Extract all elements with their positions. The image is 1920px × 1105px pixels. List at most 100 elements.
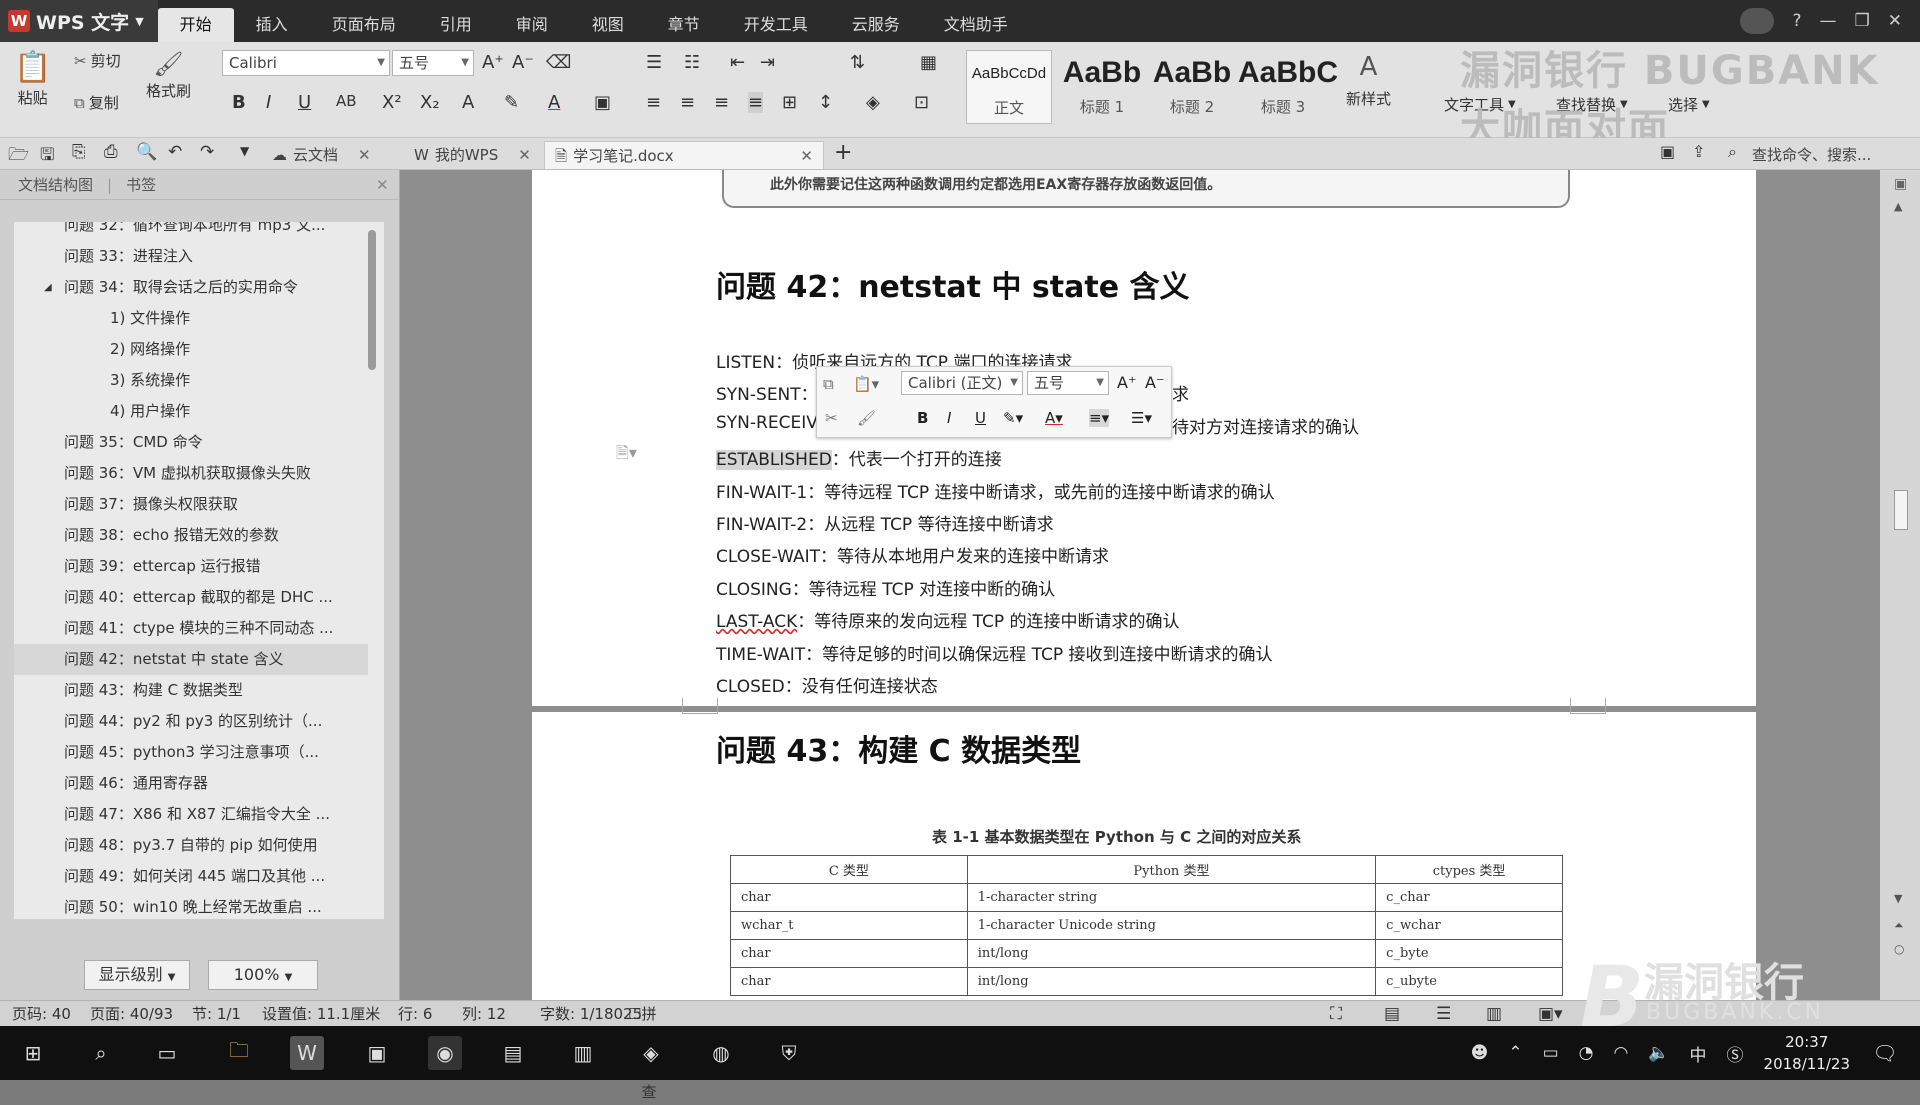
outline-item[interactable]: 问题 36：VM 虚拟机获取摄像头失败 — [14, 458, 368, 489]
align-left-icon[interactable]: ≡ — [646, 92, 661, 113]
underline-icon[interactable]: U — [975, 409, 986, 427]
scroll-down-icon[interactable]: ▼ — [1894, 892, 1902, 905]
bold-icon[interactable]: B — [917, 409, 928, 427]
page-view-icon[interactable]: ▤ — [1384, 1001, 1400, 1027]
export-pdf-icon[interactable]: ⎘ — [72, 142, 86, 162]
close-tab-icon[interactable]: ✕ — [358, 141, 371, 169]
close-tab-icon[interactable]: ✕ — [518, 141, 531, 169]
close-pane-icon[interactable]: ✕ — [376, 176, 389, 194]
outline-item[interactable]: 问题 48：py3.7 自带的 pip 如何使用 — [14, 830, 368, 861]
print-icon[interactable]: ⎙ — [104, 142, 118, 162]
status-word-count[interactable]: 字数: 1/18025 — [540, 1001, 642, 1027]
brush-icon[interactable]: 🖌 — [857, 409, 876, 427]
save-icon[interactable]: 🖫 — [40, 142, 54, 171]
border-icon[interactable]: ⊡ — [914, 92, 929, 113]
scroll-thumb[interactable] — [1894, 490, 1908, 530]
volume-icon[interactable]: 🔈 — [1648, 1043, 1669, 1063]
read-mode-icon[interactable]: ⛶ — [1330, 1001, 1342, 1027]
grow-font-icon[interactable]: A⁺ — [482, 52, 504, 73]
bullet-list-icon[interactable]: ☰ — [646, 52, 662, 73]
outline-item[interactable]: 问题 47：X86 和 X87 汇编指令大全 ... — [14, 799, 368, 830]
superscript-icon[interactable]: X² — [382, 92, 402, 113]
spell-check-toggle[interactable]: ☐ 拼写检查 — [628, 1001, 656, 1101]
outline-item[interactable]: 问题 45：python3 学习注意事项（... — [14, 737, 368, 768]
outline-view-icon[interactable]: ☰ — [1436, 1001, 1451, 1027]
mini-size-select[interactable]: 五号 ▼ — [1027, 371, 1109, 395]
menu-tab[interactable]: 视图 — [570, 8, 646, 42]
copy-icon[interactable]: ⧉ — [823, 375, 834, 393]
user-avatar[interactable] — [1740, 8, 1775, 34]
tab-bookmarks[interactable]: 书签 — [126, 174, 156, 195]
outline-level-select[interactable]: 显示级别 ▼ — [84, 960, 190, 990]
copy-button[interactable]: ⧉ 复制 — [74, 92, 119, 113]
sort-icon[interactable]: ⇅ — [850, 52, 865, 73]
highlight-icon[interactable]: ✎ — [504, 92, 519, 113]
file-explorer-icon[interactable]: 🗀 — [222, 1036, 256, 1070]
notification-icon[interactable]: 🗨 — [1868, 1036, 1902, 1070]
grow-font-icon[interactable]: A⁺ — [1117, 373, 1136, 392]
outline-item[interactable]: 问题 33：进程注入 — [14, 241, 368, 272]
outline-item[interactable]: 问题 44：py2 和 py3 的区别统计（... — [14, 706, 368, 737]
app-tray-icon[interactable]: Ⓢ — [1727, 1041, 1744, 1066]
notes-icon[interactable]: ▤ — [496, 1036, 530, 1070]
subscript-icon[interactable]: X₂ — [420, 92, 440, 113]
shield-icon[interactable]: ⛨ — [772, 1036, 806, 1070]
restore-icon[interactable]: ❐ — [1855, 11, 1870, 31]
menu-tab[interactable]: 文档助手 — [922, 8, 1030, 42]
doc-tab[interactable]: ☁ 云文档 ✕ — [262, 141, 381, 169]
open-folder-icon[interactable]: 🗁 — [8, 142, 29, 171]
start-icon[interactable]: ⊞ — [16, 1036, 50, 1070]
outline-item[interactable]: ◢ 问题 34：取得会话之后的实用命令 — [14, 272, 368, 303]
bold-icon[interactable]: B — [232, 92, 246, 113]
outline-item[interactable]: 1) 文件操作 — [14, 303, 368, 334]
outline-item[interactable]: 问题 38：echo 报错无效的参数 — [14, 520, 368, 551]
justify-icon[interactable]: ≡ — [748, 92, 764, 113]
clear-format-icon[interactable]: ⌫ — [546, 52, 571, 73]
close-tab-icon[interactable]: ✕ — [800, 142, 813, 170]
font-name-select[interactable]: Calibri ▼ — [222, 50, 390, 76]
prev-page-icon[interactable]: ⏶ — [1894, 918, 1904, 933]
paragraph-marker-icon[interactable]: 🗎▾ — [616, 442, 637, 469]
style-gallery-item[interactable]: AaBbC 标题 3 — [1238, 50, 1338, 124]
doc-tab[interactable]: 🗎 学习笔记.docx ✕ — [544, 141, 824, 169]
menu-tab[interactable]: 云服务 — [830, 8, 922, 42]
doc-tab[interactable]: W 我的WPS ✕ — [404, 141, 541, 169]
app-icon[interactable]: ▣ — [360, 1036, 394, 1070]
distribute-icon[interactable]: ⊞ — [782, 92, 797, 113]
italic-icon[interactable]: I — [266, 92, 271, 113]
new-style-button[interactable]: A 新样式 — [1346, 52, 1391, 109]
search-icon[interactable]: ⌕ — [84, 1036, 118, 1070]
wifi-icon[interactable]: ◠ — [1614, 1043, 1629, 1063]
style-gallery-item[interactable]: AaBbCcDd 正文 — [966, 50, 1052, 124]
zoom-select[interactable]: 100% ▼ — [208, 960, 318, 990]
paste-button[interactable]: 📋 粘贴 — [14, 50, 51, 108]
scroll-up-icon[interactable]: ▲ — [1894, 200, 1902, 213]
outline-item[interactable]: 问题 50：win10 晚上经常无故重启 ... — [14, 892, 368, 919]
outdent-icon[interactable]: ⇤ — [730, 52, 745, 73]
outline-item[interactable]: 问题 40：ettercap 截取的都是 DHC ... — [14, 582, 368, 613]
menu-tab[interactable]: 引用 — [418, 8, 494, 42]
vm-icon[interactable]: ◈ — [634, 1036, 668, 1070]
outline-item[interactable]: 问题 42：netstat 中 state 含义 — [14, 644, 368, 675]
line-spacing-icon[interactable]: ↕ — [818, 92, 833, 113]
document-scrollbar[interactable]: ▣ ▲ ▼ ⏶ ○ — [1880, 170, 1920, 1000]
shrink-font-icon[interactable]: A⁻ — [1145, 373, 1164, 392]
scissors-icon[interactable]: ✂ — [825, 409, 838, 427]
recorder-icon[interactable]: ◉ — [428, 1036, 462, 1070]
task-view-icon[interactable]: ▭ — [150, 1036, 184, 1070]
indent-icon[interactable]: ⇥ — [760, 52, 775, 73]
outline-item[interactable]: 3) 系统操作 — [14, 365, 368, 396]
network-icon[interactable]: ◔ — [1579, 1043, 1594, 1063]
outline-item[interactable]: 问题 41：ctype 模块的三种不同动态 ... — [14, 613, 368, 644]
outline-item[interactable]: 问题 37：摄像头权限获取 — [14, 489, 368, 520]
numbered-list-icon[interactable]: ☷ — [684, 52, 700, 73]
cut-button[interactable]: ✂ 剪切 — [74, 50, 121, 71]
outline-item[interactable]: 问题 49：如何关闭 445 端口及其他 ... — [14, 861, 368, 892]
outline-item[interactable]: 问题 39：ettercap 运行报错 — [14, 551, 368, 582]
outline-item[interactable]: 2) 网络操作 — [14, 334, 368, 365]
font-color-icon[interactable]: A▾ — [1045, 409, 1063, 427]
help-icon[interactable]: ? — [1792, 11, 1801, 31]
outline-item[interactable]: 问题 46：通用寄存器 — [14, 768, 368, 799]
menu-tab[interactable]: 开始 — [157, 8, 234, 42]
menu-tab[interactable]: 插入 — [234, 8, 310, 42]
